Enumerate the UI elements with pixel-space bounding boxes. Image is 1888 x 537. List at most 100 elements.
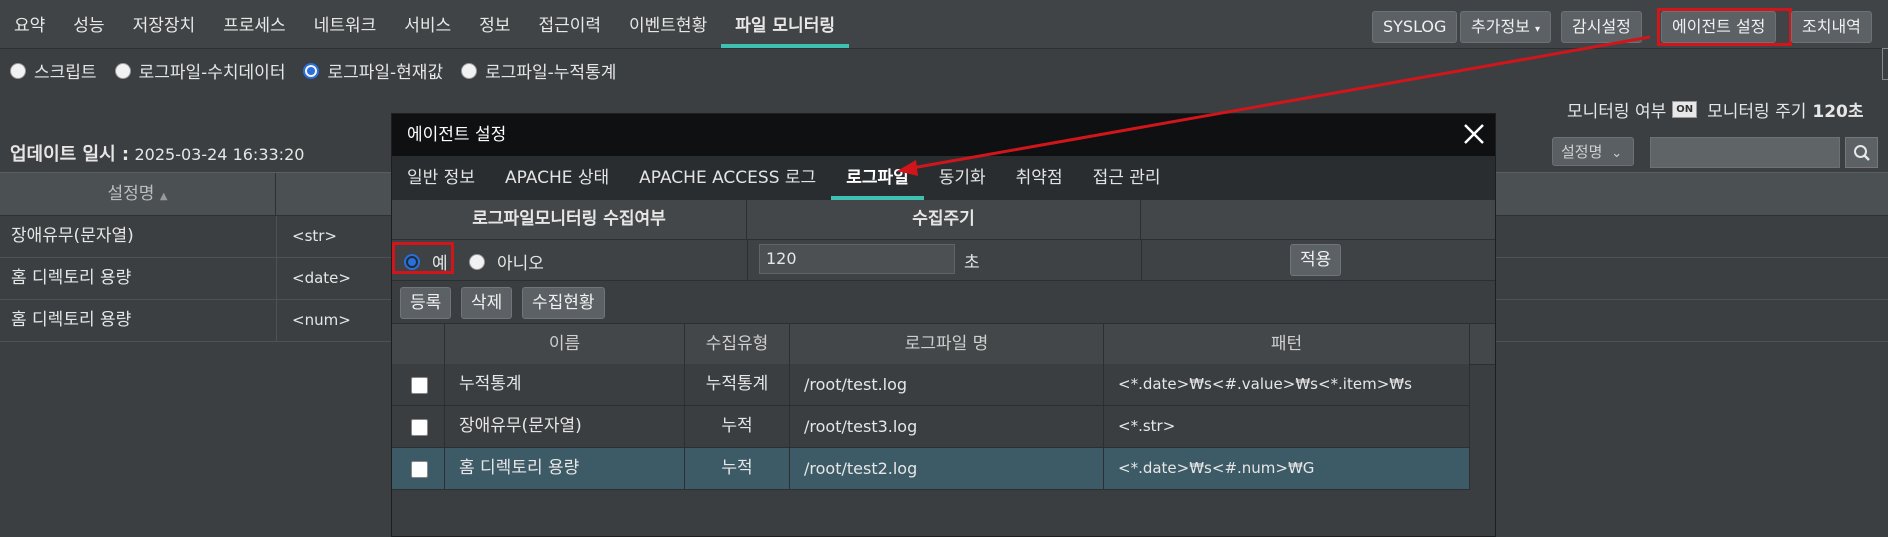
collect-header: 로그파일모니터링 수집여부 (392, 200, 747, 239)
tab-logfile[interactable]: 로그파일 (831, 156, 924, 200)
collect-no[interactable]: 아니오 (469, 249, 544, 274)
checkbox-cell (392, 406, 445, 447)
monitoring-period-value: 120초 (1812, 102, 1864, 122)
mode-script[interactable]: 스크립트 (10, 58, 97, 83)
row-checkbox[interactable] (411, 419, 428, 436)
row-checkbox[interactable] (411, 461, 428, 478)
row-collect-type: 누적 (685, 448, 790, 489)
extra-info-button[interactable]: 추가정보 ▾ (1460, 11, 1552, 43)
col-logfile-name: 로그파일 명 (790, 324, 1104, 364)
nav-network[interactable]: 네트워크 (300, 0, 391, 48)
update-value: 2025-03-24 16:33:20 (134, 145, 305, 164)
mode-log-numeric[interactable]: 로그파일-수치데이터 (114, 58, 286, 83)
collect-settings-header: 로그파일모니터링 수집여부 수집주기 (392, 200, 1495, 240)
period-header: 수집주기 (747, 200, 1141, 239)
checkbox-cell (392, 364, 445, 405)
logfile-row[interactable]: 누적통계 누적통계 /root/test.log <*.date>₩s<#.va… (392, 364, 1470, 406)
col-pattern: 패턴 (1104, 324, 1470, 364)
logfile-row-selected[interactable]: 홈 디렉토리 용량 누적 /root/test2.log <*.date>₩s<… (392, 448, 1470, 490)
row-name: 장애유무(문자열) (11, 226, 134, 246)
nav-summary[interactable]: 요약 (0, 0, 59, 48)
row-pattern: <*.date>₩s<#.num>₩G (1104, 448, 1470, 489)
update-info: 업데이트 일시 : 2025-03-24 16:33:20 (10, 140, 304, 166)
mode-radio-group: 스크립트 로그파일-수치데이터 로그파일-현재값 로그파일-누적통계 (10, 58, 634, 83)
radio-icon (469, 253, 485, 270)
tab-general-info[interactable]: 일반 정보 (392, 156, 490, 200)
col-divider (276, 300, 277, 341)
row-pattern: <*.date>₩s<#.value>₩s<*.item>₩s (1104, 364, 1470, 405)
monitoring-status: 모니터링 여부 ON 모니터링 주기 120초 (1567, 97, 1864, 122)
nav-event-status[interactable]: 이벤트현황 (615, 0, 721, 48)
action-history-button[interactable]: 조치내역 (1791, 11, 1872, 43)
agent-settings-modal: 에이전트 설정 일반 정보 APACHE 상태 APACHE ACCESS 로그… (391, 113, 1496, 537)
filter-select[interactable]: 설정명 ⌄ (1552, 137, 1634, 166)
row-pattern: <*.str> (1104, 406, 1470, 447)
radio-icon (461, 62, 478, 79)
monitoring-enabled-label: 모니터링 여부 (1567, 102, 1667, 122)
collect-yes[interactable]: 예 (404, 249, 448, 274)
col-name: 이름 (445, 324, 685, 364)
register-button[interactable]: 등록 (400, 287, 452, 319)
col-setting-name-label: 설정명 (107, 184, 155, 204)
tab-apache-status[interactable]: APACHE 상태 (490, 156, 624, 200)
collect-settings-row: 예 아니오 120 초 적용 (392, 240, 1495, 281)
monitoring-toggle[interactable]: ON (1672, 101, 1698, 118)
radio-selected-icon (303, 62, 320, 79)
nav-performance[interactable]: 성능 (59, 0, 118, 48)
row-collect-type: 누적 (685, 406, 790, 447)
row-logfile: /root/test.log (790, 364, 1104, 405)
syslog-button[interactable]: SYSLOG (1372, 11, 1458, 43)
nav-storage[interactable]: 저장장치 (119, 0, 210, 48)
row-name: 홈 디렉토리 용량 (11, 310, 132, 330)
row-name: 장애유무(문자열) (445, 406, 685, 447)
search-input[interactable] (1650, 137, 1840, 168)
mode-script-label: 스크립트 (34, 63, 97, 83)
nav-service[interactable]: 서비스 (390, 0, 465, 48)
mode-log-current-label: 로그파일-현재값 (327, 63, 444, 83)
col-setting-name[interactable]: 설정명 ▲ (0, 173, 276, 215)
tab-sync[interactable]: 동기화 (924, 156, 1001, 200)
nav-file-monitoring[interactable]: 파일 모니터링 (721, 0, 849, 48)
caret-down-icon: ▾ (1534, 24, 1541, 35)
nav-access-history[interactable]: 접근이력 (524, 0, 615, 48)
collect-status-button[interactable]: 수집현황 (522, 287, 605, 319)
tab-apache-access-log[interactable]: APACHE ACCESS 로그 (624, 156, 831, 200)
row-name: 홈 디렉토리 용량 (11, 268, 132, 288)
update-label: 업데이트 일시 : (10, 144, 130, 165)
tab-access-management[interactable]: 접근 관리 (1078, 156, 1176, 200)
apply-button[interactable]: 적용 (1290, 244, 1342, 276)
row-checkbox[interactable] (411, 377, 428, 394)
logfile-row[interactable]: 장애유무(문자열) 누적 /root/test3.log <*.str> (392, 406, 1470, 448)
row-name: 누적통계 (445, 364, 685, 405)
agent-settings-button[interactable]: 에이전트 설정 (1661, 11, 1777, 43)
mode-log-numeric-label: 로그파일-수치데이터 (138, 63, 286, 83)
search-icon (1853, 144, 1870, 161)
main-nav: 요약 성능 저장장치 프로세스 네트워크 서비스 정보 접근이력 이벤트현황 파… (0, 0, 849, 48)
col-collect-type: 수집유형 (685, 324, 790, 364)
row-name: 홈 디렉토리 용량 (445, 448, 685, 489)
collect-no-label: 아니오 (497, 254, 544, 274)
modal-title: 에이전트 설정 (407, 125, 507, 145)
col-divider (1141, 240, 1142, 280)
mode-log-cumulative[interactable]: 로그파일-누적통계 (461, 58, 616, 83)
period-input[interactable]: 120 (759, 244, 955, 274)
monitor-settings-button[interactable]: 감시설정 (1561, 11, 1642, 43)
row-pattern: <date> (292, 269, 351, 287)
col-divider (276, 258, 277, 299)
delete-button[interactable]: 삭제 (461, 287, 513, 319)
filter-select-value: 설정명 (1561, 143, 1603, 161)
mode-log-current[interactable]: 로그파일-현재값 (303, 58, 443, 83)
tab-vulnerability[interactable]: 취약점 (1001, 156, 1078, 200)
close-icon[interactable] (1462, 122, 1486, 146)
row-collect-type: 누적통계 (685, 364, 790, 405)
period-unit: 초 (964, 253, 980, 273)
search-button[interactable] (1845, 137, 1878, 168)
checkbox-header (392, 324, 445, 364)
row-pattern: <num> (292, 311, 351, 329)
logfile-grid-header: 이름 수집유형 로그파일 명 패턴 (392, 323, 1495, 365)
nav-process[interactable]: 프로세스 (209, 0, 300, 48)
nav-info[interactable]: 정보 (465, 0, 524, 48)
row-logfile: /root/test3.log (790, 406, 1104, 447)
modal-title-bar: 에이전트 설정 (392, 114, 1495, 156)
col-divider (276, 216, 277, 257)
